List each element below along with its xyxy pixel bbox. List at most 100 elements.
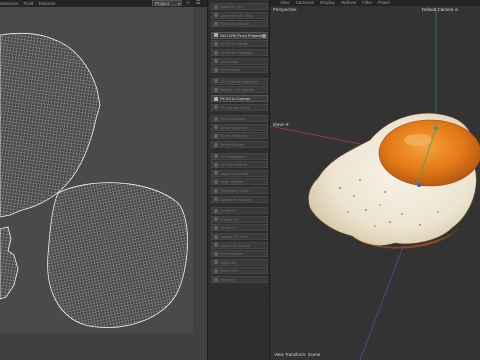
palette-button[interactable]: Rotate UV bbox=[211, 215, 268, 223]
move-tool-label: Move ✛ bbox=[273, 122, 290, 127]
command-icon bbox=[214, 277, 218, 282]
command-icon bbox=[214, 179, 218, 184]
palette-button[interactable]: UV Optimal Mapping bbox=[211, 77, 268, 85]
command-icon bbox=[214, 251, 218, 256]
uv-canvas[interactable] bbox=[0, 7, 207, 360]
view-transform-label: View Transform: Scene bbox=[274, 352, 321, 357]
viewport-view-name: Perspective bbox=[273, 7, 297, 12]
palette-button-label: UV Unfold bbox=[220, 58, 239, 64]
palette-button[interactable]: Set UVW From Projection bbox=[211, 31, 268, 39]
palette-button[interactable]: UV Flip Vertical bbox=[211, 161, 268, 169]
palette-button[interactable]: Straighten Grids bbox=[211, 187, 268, 194]
command-icon bbox=[214, 96, 218, 101]
palette-button-label: Scale UV bbox=[220, 208, 237, 214]
palette-button[interactable]: Pack UV Islands bbox=[211, 20, 268, 28]
palette-button-label: Pin Selection bbox=[220, 251, 244, 257]
command-icon bbox=[214, 154, 218, 159]
command-icon bbox=[214, 197, 218, 202]
command-icon bbox=[214, 67, 218, 72]
command-icon bbox=[214, 234, 218, 239]
palette-button[interactable]: UV Relax Settings bbox=[211, 49, 268, 56]
palette-button[interactable]: Unpin All bbox=[211, 258, 268, 266]
command-icon bbox=[214, 125, 218, 130]
palette-button[interactable]: UV Transform bbox=[211, 152, 268, 160]
command-icon bbox=[214, 268, 218, 273]
palette-button-label: UV Unwrap bbox=[220, 67, 241, 73]
palette-button[interactable]: Pin Selection bbox=[211, 250, 268, 258]
command-icon bbox=[214, 87, 218, 92]
command-icon bbox=[214, 142, 218, 147]
palette-button-label: Pack UV Islands bbox=[220, 21, 250, 27]
uv-menu-selection[interactable]: Selection bbox=[0, 0, 19, 7]
palette-button[interactable]: Stack UV Islands bbox=[211, 241, 268, 249]
command-icon bbox=[214, 21, 218, 26]
viewport-scene[interactable] bbox=[270, 0, 480, 360]
palette-button[interactable]: Align Horizontal bbox=[211, 169, 268, 177]
palette-button-label: UV Optimal Mapping bbox=[220, 78, 257, 84]
command-icon bbox=[214, 217, 218, 222]
palette-button-label: Align Horizontal bbox=[220, 170, 249, 176]
uv-island-round[interactable] bbox=[47, 182, 188, 328]
palette-button-label: UV Flip Vertical bbox=[220, 162, 248, 168]
palette-button-label: Unstretch UV Map bbox=[220, 12, 253, 18]
project-dropdown[interactable]: Project ▾ bbox=[152, 0, 182, 6]
palette-button[interactable]: UV Unwrap bbox=[211, 66, 268, 74]
palette-button[interactable]: Grow Selection bbox=[211, 123, 268, 131]
palette-button-label: Unpin All bbox=[220, 259, 236, 265]
palette-button-label: Load UV Set bbox=[220, 4, 243, 9]
palette-button-label: Align Vertical bbox=[220, 179, 244, 185]
palette-button[interactable]: Realign UV Islands bbox=[211, 86, 268, 94]
command-icon bbox=[214, 33, 218, 38]
palette-button[interactable]: Scale UV bbox=[211, 207, 268, 215]
palette-button-label: Fit UV to Canvas bbox=[220, 96, 251, 101]
palette-button[interactable]: Scale UV bbox=[211, 224, 268, 232]
palette-button[interactable]: Load UV Set bbox=[211, 3, 268, 10]
palette-button[interactable]: Select Islands bbox=[211, 115, 268, 123]
palette-button-label: Realign UV Islands bbox=[220, 87, 255, 93]
palette-button[interactable]: Align Vertical bbox=[211, 178, 268, 186]
uv-editor-panel: Selection Field Textures Project ▾ ⊹ ☰ bbox=[0, 0, 207, 360]
command-icon bbox=[214, 105, 218, 110]
menu-icon[interactable]: ☰ bbox=[196, 0, 200, 6]
palette-button[interactable]: Select Border bbox=[211, 141, 268, 148]
palette-button-label: Select Islands bbox=[220, 116, 245, 122]
palette-button-label: Distribute Spacing bbox=[220, 196, 253, 202]
palette-button[interactable]: Shrink Selection bbox=[211, 132, 268, 140]
palette-button[interactable]: Fit Canvas to UV bbox=[211, 103, 268, 111]
gear-icon[interactable] bbox=[262, 33, 266, 38]
palette-button[interactable]: UV Relax Mode bbox=[211, 40, 268, 48]
command-icon bbox=[214, 133, 218, 138]
command-icon bbox=[214, 162, 218, 167]
palette-button-label: UV Relax Settings bbox=[220, 50, 253, 55]
fried-egg-yolk[interactable] bbox=[378, 119, 480, 187]
command-icon bbox=[214, 260, 218, 265]
palette-button[interactable]: Unstretch UV Map bbox=[211, 11, 268, 19]
palette-button[interactable]: Distribute Spacing bbox=[211, 195, 268, 203]
chevron-down-icon: ▾ bbox=[177, 1, 180, 6]
command-icon bbox=[214, 243, 218, 248]
palette-button[interactable]: Fit UV to Canvas bbox=[211, 95, 268, 102]
yolk-highlight bbox=[404, 134, 432, 146]
palette-button[interactable]: Weld UVs bbox=[211, 267, 268, 275]
palette-button[interactable]: Layout UV Grid bbox=[211, 233, 268, 240]
project-dropdown-value: Project bbox=[155, 1, 170, 6]
palette-button[interactable]: UV Unfold bbox=[211, 57, 268, 65]
command-icon bbox=[214, 225, 218, 230]
palette-button-label: Rotate UV bbox=[220, 216, 239, 222]
uv-command-palette: Load UV Set Unstretch UV Map Pack UV Islan… bbox=[207, 0, 270, 360]
palette-button-label: Set UVW From Projection bbox=[220, 32, 266, 38]
palette-button-label: Stack UV Islands bbox=[220, 242, 251, 248]
palette-button-label: Layout UV Grid bbox=[220, 234, 248, 239]
palette-button-label: Grow Selection bbox=[220, 124, 248, 130]
crosshair-icon[interactable]: ⊹ bbox=[186, 0, 190, 6]
viewport-panel: View Cameras Display Options Filter Pane… bbox=[270, 0, 480, 360]
uv-menu-textures[interactable]: Textures bbox=[38, 0, 55, 7]
command-icon bbox=[214, 171, 218, 176]
command-icon bbox=[214, 208, 218, 213]
palette-button-label: UV Relax Mode bbox=[220, 41, 249, 47]
palette-button-label: Fit Canvas to UV bbox=[220, 104, 251, 110]
command-icon bbox=[214, 79, 218, 84]
uv-menu-field[interactable]: Field bbox=[24, 0, 34, 7]
camera-label[interactable]: Default Camera ⊙ bbox=[422, 7, 459, 13]
palette-button[interactable]: Settings bbox=[211, 276, 268, 283]
